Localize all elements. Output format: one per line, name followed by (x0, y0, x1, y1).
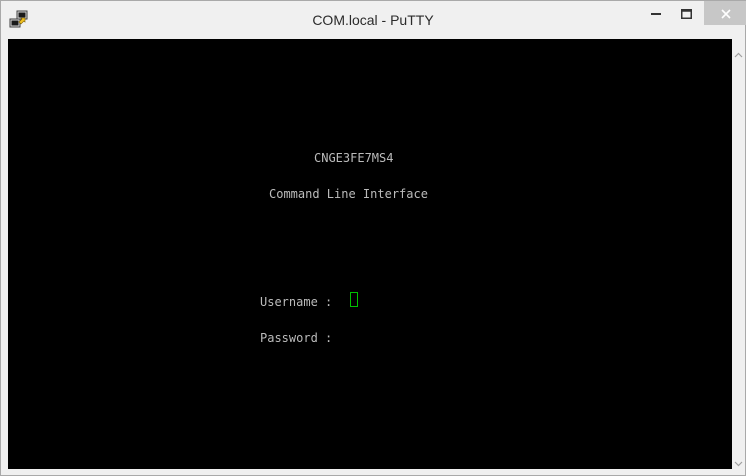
minimize-button[interactable] (642, 1, 670, 25)
cli-subtitle: Command Line Interface (269, 187, 428, 201)
terminal-screen[interactable]: CNGE3FE7MS4 Command Line Interface Usern… (8, 39, 732, 469)
maximize-button[interactable] (672, 1, 700, 25)
putty-window: COM.local - PuTTY CNGE3FE7MS4 Command Li… (0, 0, 746, 476)
scroll-down-arrow-icon[interactable] (734, 453, 743, 467)
scroll-up-arrow-icon[interactable] (734, 45, 743, 58)
minimize-icon (651, 4, 661, 23)
maximize-icon (680, 4, 692, 23)
close-icon (721, 4, 731, 23)
title-bar[interactable]: COM.local - PuTTY (1, 1, 746, 39)
username-prompt: Username : (260, 295, 333, 309)
close-button[interactable] (704, 1, 746, 25)
window-title: COM.local - PuTTY (312, 12, 434, 28)
device-name: CNGE3FE7MS4 (314, 151, 394, 165)
vertical-scrollbar[interactable] (732, 39, 745, 469)
password-prompt: Password : (260, 331, 333, 345)
terminal-cursor (350, 292, 358, 307)
